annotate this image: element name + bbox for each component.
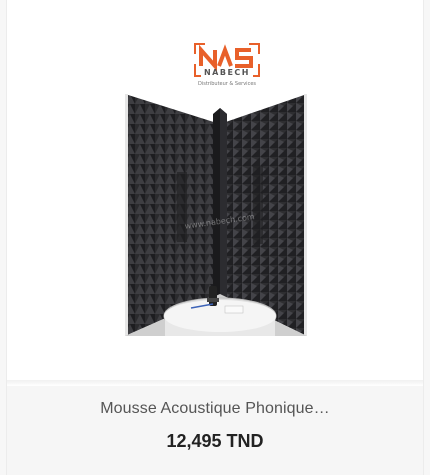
brand-logo: NABECH Distributeur & Services: [194, 43, 260, 87]
product-card[interactable]: NABECH Distributeur & Services www.nabec…: [6, 0, 424, 475]
product-info: Mousse Acoustique Phonique… 12,495 TND: [7, 386, 423, 475]
logo-tagline: Distributeur & Services: [198, 81, 256, 87]
product-image-area[interactable]: NABECH Distributeur & Services www.nabec…: [7, 0, 423, 380]
product-title[interactable]: Mousse Acoustique Phonique…: [7, 400, 423, 418]
logo-brand-text: NABECH: [204, 68, 250, 77]
product-photo[interactable]: www.nabech.com: [125, 94, 307, 336]
product-price: 12,495 TND: [166, 431, 264, 451]
